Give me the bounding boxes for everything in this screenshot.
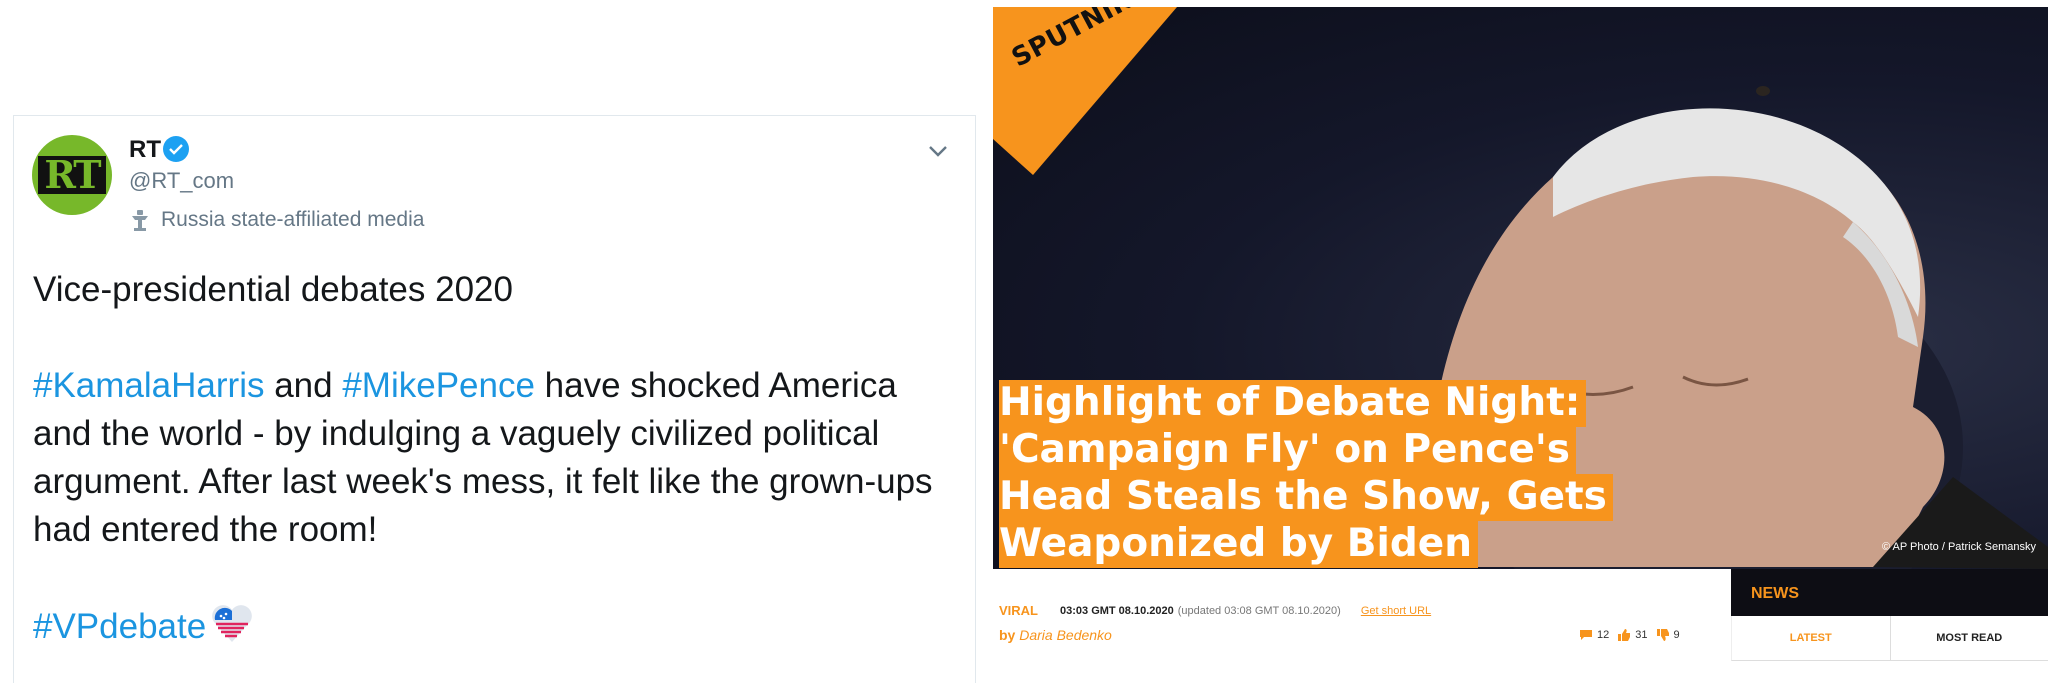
verified-badge-icon — [163, 136, 189, 162]
sputnik-article: SPUTNIK Highlight of Debate Night: 'Camp… — [993, 7, 2048, 683]
tweet-paragraph-2: #KamalaHarris and #MikePence have shocke… — [33, 362, 953, 554]
dislikes-count: 9 — [1673, 629, 1680, 641]
article-meta: VIRAL 03:03 GMT 08.10.2020 (updated 03:0… — [999, 603, 1431, 618]
tab-most-read[interactable]: MOST READ — [1891, 616, 2048, 660]
news-panel-title: NEWS — [1731, 569, 2048, 616]
photo-credit: © AP Photo / Patrick Semansky — [1881, 541, 2036, 553]
display-name[interactable]: RT — [129, 136, 161, 164]
rt-logo: RT — [38, 156, 106, 194]
article-stats: 12 31 9 — [1571, 629, 1680, 641]
likes-count: 31 — [1635, 629, 1648, 641]
headline-line: Head Steals the Show, Gets — [999, 474, 1613, 521]
headline-line: Highlight of Debate Night: — [999, 380, 1587, 427]
article-headline[interactable]: Highlight of Debate Night: 'Campaign Fly… — [999, 379, 1639, 568]
us-flag-heart-icon — [212, 605, 253, 642]
byline-prefix: by — [999, 627, 1016, 643]
tab-latest[interactable]: LATEST — [1732, 616, 1891, 660]
hashtag-link[interactable]: #KamalaHarris — [33, 366, 264, 405]
thumbs-down-icon[interactable] — [1656, 629, 1670, 641]
state-media-label-text: Russia state-affiliated media — [161, 208, 425, 231]
publish-time: 03:03 GMT 08.10.2020 — [1060, 604, 1174, 617]
hashtag-link[interactable]: #MikePence — [342, 366, 535, 405]
updated-time: (updated 03:08 GMT 08.10.2020) — [1177, 604, 1341, 617]
chevron-down-icon[interactable] — [925, 138, 951, 164]
author-link[interactable]: Daria Bedenko — [1019, 627, 1112, 643]
thumbs-up-icon[interactable] — [1617, 629, 1631, 641]
headline-line: Weaponized by Biden — [999, 521, 1479, 568]
hashtag-link[interactable]: #VPdebate — [33, 607, 206, 646]
tweet-text-fragment: and — [264, 366, 343, 405]
news-tabs: LATEST MOST READ — [1731, 616, 2048, 661]
headline-line: 'Campaign Fly' on Pence's — [999, 427, 1576, 474]
lectern-icon — [132, 210, 148, 231]
tweet-text: Vice-presidential debates 2020 #KamalaHa… — [33, 266, 953, 651]
avatar[interactable]: RT — [32, 135, 112, 215]
short-url-link[interactable]: Get short URL — [1361, 605, 1431, 617]
category-link[interactable]: VIRAL — [999, 603, 1038, 618]
byline: by Daria Bedenko — [999, 627, 1112, 643]
state-media-label[interactable]: Russia state-affiliated media — [129, 208, 424, 232]
tweet-line-1: Vice-presidential debates 2020 — [33, 270, 513, 309]
hero-photo: SPUTNIK Highlight of Debate Night: 'Camp… — [993, 7, 2048, 569]
comment-icon[interactable] — [1579, 629, 1593, 641]
news-panel: NEWS LATEST MOST READ — [1731, 569, 2048, 683]
user-handle[interactable]: @RT_com — [129, 168, 234, 194]
tweet-card: RT RT @RT_com Russia state-affiliated me… — [13, 115, 976, 683]
tweet-paragraph-3: #VPdebate — [33, 602, 953, 651]
comments-count: 12 — [1597, 629, 1610, 641]
